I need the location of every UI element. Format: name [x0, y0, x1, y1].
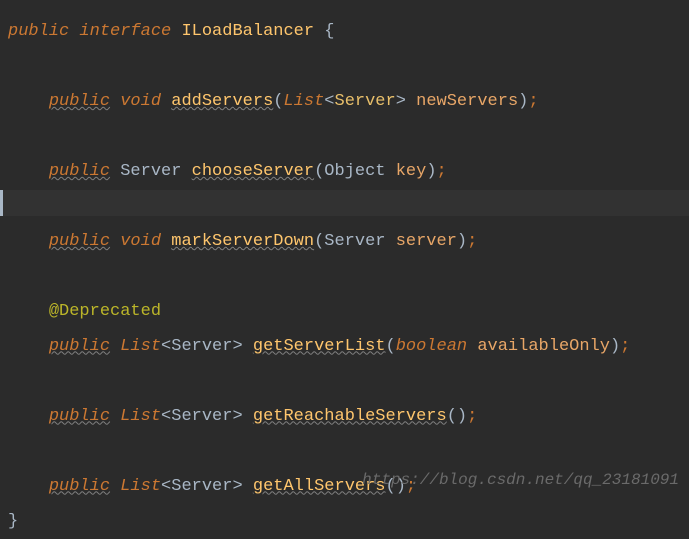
type-server: Server: [171, 407, 232, 426]
open-brace: {: [324, 22, 334, 41]
lt: <: [161, 407, 171, 426]
gt: >: [232, 407, 242, 426]
type-list: List: [120, 337, 161, 356]
type-list: List: [120, 477, 161, 496]
method-addservers: addServers: [171, 92, 273, 111]
keyword-void: void: [120, 232, 161, 251]
class-name: ILoadBalancer: [181, 22, 314, 41]
type-server: Server: [171, 337, 232, 356]
blank-line: [8, 260, 689, 295]
keyword-public: public: [49, 477, 110, 496]
keyword-void: void: [120, 92, 161, 111]
lparen: (: [447, 407, 457, 426]
rparen: ): [457, 232, 467, 251]
line-getreachableservers: public List<Server> getReachableServers(…: [8, 400, 689, 435]
keyword-interface: interface: [79, 22, 171, 41]
type-server: Server: [335, 92, 396, 111]
gt: >: [232, 477, 242, 496]
lt: <: [324, 92, 334, 111]
blank-line: [8, 120, 689, 155]
keyword-public: public: [49, 92, 110, 111]
type-server: Server: [324, 232, 385, 251]
param-newservers: newServers: [416, 92, 518, 111]
gt: >: [232, 337, 242, 356]
rparen: ): [518, 92, 528, 111]
rparen: ): [610, 337, 620, 356]
semi: ;: [467, 232, 477, 251]
lparen: (: [314, 232, 324, 251]
line-markserverdown: public void markServerDown(Server server…: [8, 225, 689, 260]
semi: ;: [437, 162, 447, 181]
param-key: key: [396, 162, 427, 181]
semi: ;: [467, 407, 477, 426]
blank-line: [8, 365, 689, 400]
line-chooseserver: public Server chooseServer(Object key);: [8, 155, 689, 190]
blank-line-hl: [8, 190, 689, 225]
type-server: Server: [171, 477, 232, 496]
method-getreachableservers: getReachableServers: [253, 407, 447, 426]
method-markserverdown: markServerDown: [171, 232, 314, 251]
type-boolean: boolean: [396, 337, 467, 356]
type-object: Object: [324, 162, 385, 181]
rparen: ): [457, 407, 467, 426]
line-getserverlist: public List<Server> getServerList(boolea…: [8, 330, 689, 365]
param-server: server: [396, 232, 457, 251]
keyword-public: public: [49, 162, 110, 181]
line-deprecated: @Deprecated: [8, 295, 689, 330]
method-getserverlist: getServerList: [253, 337, 386, 356]
param-availableonly: availableOnly: [477, 337, 610, 356]
line-close: }: [8, 505, 689, 539]
lt: <: [161, 477, 171, 496]
annotation-deprecated: @Deprecated: [49, 302, 161, 321]
keyword-public: public: [49, 337, 110, 356]
blank-line: [8, 50, 689, 85]
semi: ;: [620, 337, 630, 356]
keyword-public: public: [8, 22, 69, 41]
lparen: (: [314, 162, 324, 181]
rparen: ): [426, 162, 436, 181]
semi: ;: [528, 92, 538, 111]
keyword-public: public: [49, 232, 110, 251]
lparen: (: [386, 337, 396, 356]
lt: <: [161, 337, 171, 356]
type-list: List: [283, 92, 324, 111]
line-addservers: public void addServers(List<Server> newS…: [8, 85, 689, 120]
type-list: List: [120, 407, 161, 426]
lparen: (: [273, 92, 283, 111]
keyword-public: public: [49, 407, 110, 426]
gt: >: [396, 92, 406, 111]
line-decl: public interface ILoadBalancer {: [8, 15, 689, 50]
method-chooseserver: chooseServer: [192, 162, 314, 181]
watermark: https://blog.csdn.net/qq_23181091: [362, 464, 679, 497]
type-server: Server: [120, 162, 181, 181]
close-brace: }: [8, 512, 18, 531]
